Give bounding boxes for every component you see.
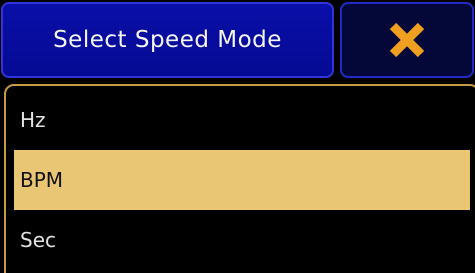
list-item-bpm[interactable]: BPM (14, 150, 470, 210)
list-item-label: Sec (20, 228, 56, 252)
list-item-label: BPM (20, 168, 64, 192)
dialog-title-bar: Select Speed Mode (1, 2, 334, 78)
close-icon (389, 22, 425, 58)
list-item-sec[interactable]: Sec (14, 210, 470, 270)
list-item-hz[interactable]: Hz (14, 90, 470, 150)
close-button[interactable] (340, 2, 474, 78)
speed-mode-dialog: Select Speed Mode Hz BPM Sec (0, 0, 475, 273)
list-item-label: Hz (20, 108, 46, 132)
speed-mode-list: Hz BPM Sec (4, 84, 475, 273)
dialog-title: Select Speed Mode (53, 27, 282, 53)
